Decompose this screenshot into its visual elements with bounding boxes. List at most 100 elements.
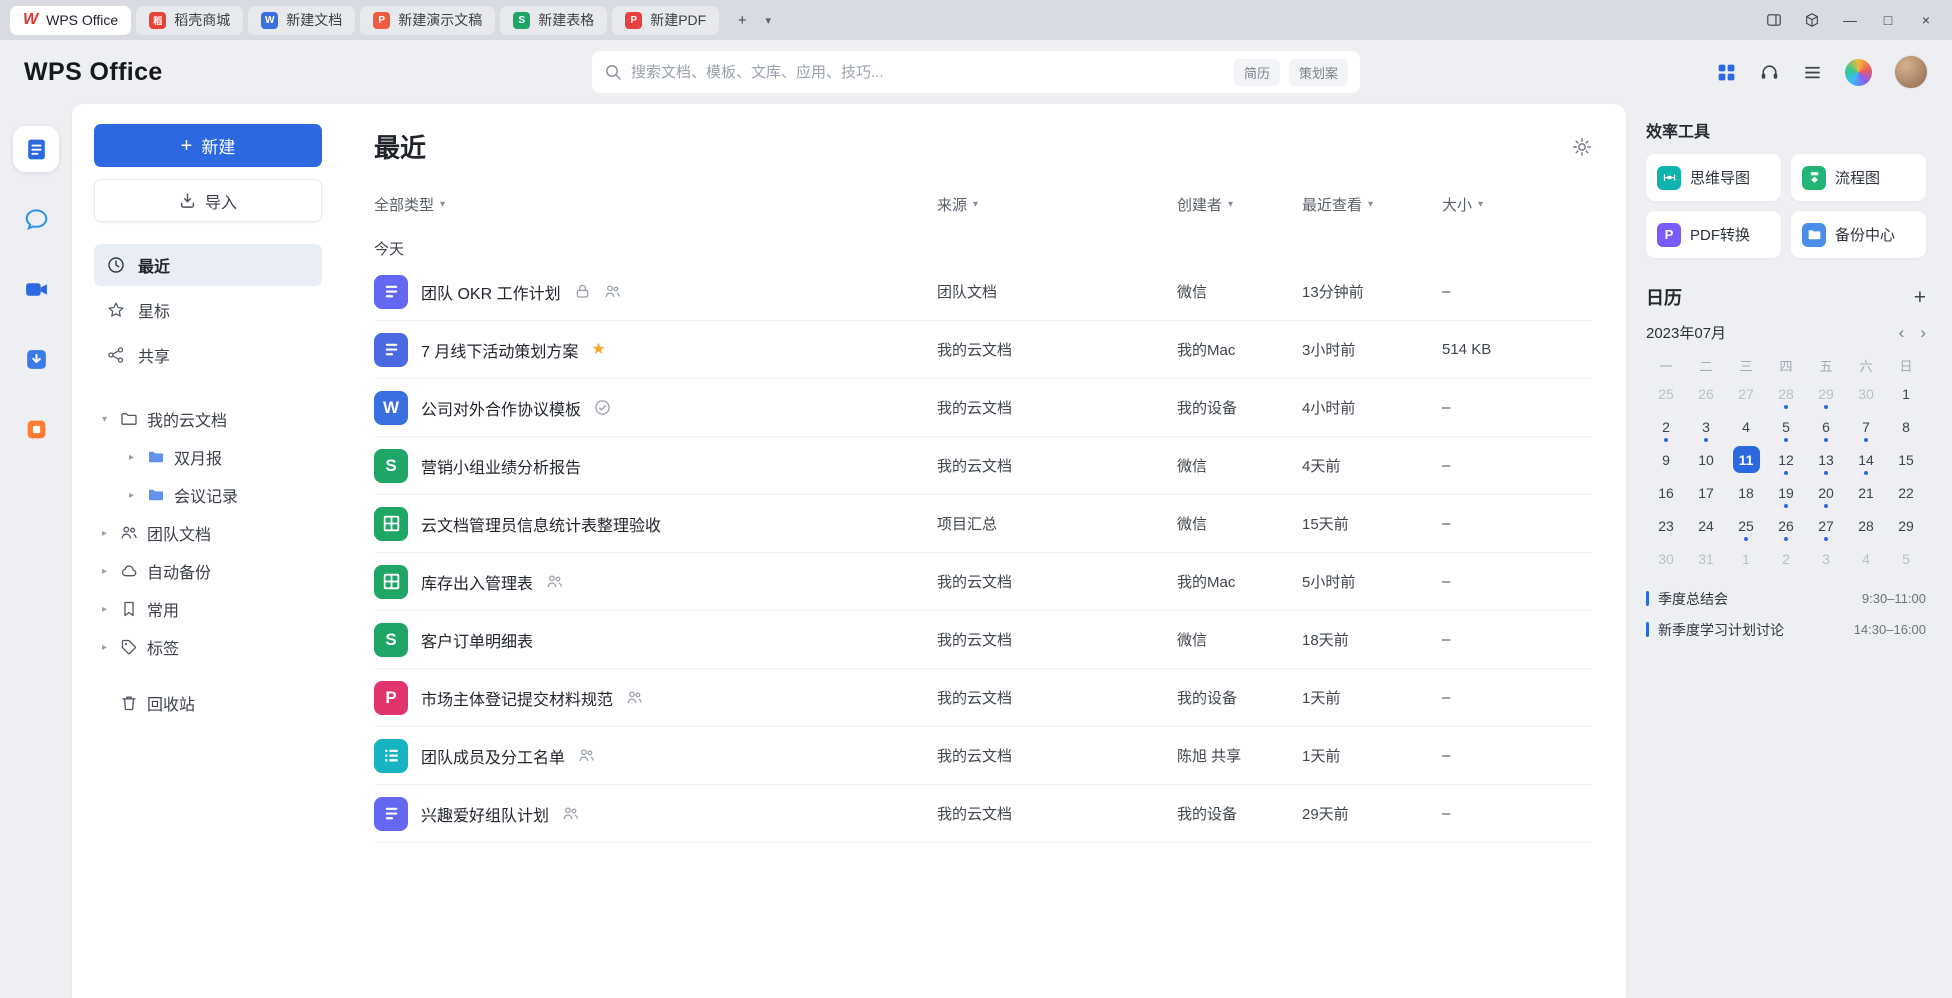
- tree-item-frequent[interactable]: ▸ 常用: [94, 590, 322, 628]
- apps-grid-icon[interactable]: [1716, 62, 1737, 83]
- filter-last-viewed[interactable]: 最近查看 ▾: [1302, 194, 1442, 215]
- tab-new-presentation[interactable]: P 新建演示文稿: [360, 6, 495, 35]
- file-row[interactable]: 兴趣爱好组队计划我的云文档我的设备29天前–: [374, 785, 1592, 843]
- tab-new-document[interactable]: W 新建文档: [248, 6, 355, 35]
- file-title[interactable]: 7 月线下活动策划方案: [421, 338, 578, 362]
- calendar-day[interactable]: 19: [1766, 476, 1806, 509]
- chevron-right-icon[interactable]: ▸: [98, 566, 111, 577]
- add-tab-button[interactable]: +: [728, 6, 756, 34]
- tree-item-trash[interactable]: 回收站: [94, 684, 322, 722]
- chevron-right-icon[interactable]: ▸: [98, 604, 111, 615]
- calendar-day[interactable]: 9: [1646, 443, 1686, 476]
- calendar-day[interactable]: 15: [1886, 443, 1926, 476]
- new-button[interactable]: + 新建: [94, 124, 322, 167]
- chevron-right-icon[interactable]: ▸: [125, 452, 138, 463]
- calendar-day[interactable]: 21: [1846, 476, 1886, 509]
- filter-size[interactable]: 大小 ▾: [1442, 194, 1592, 215]
- support-headset-icon[interactable]: [1759, 62, 1780, 83]
- event-item[interactable]: 季度总结会 9:30–11:00: [1646, 583, 1926, 614]
- calendar-day[interactable]: 5: [1886, 542, 1926, 575]
- calendar-day[interactable]: 27: [1806, 509, 1846, 542]
- chevron-down-icon[interactable]: ▾: [98, 414, 111, 425]
- calendar-day[interactable]: 5: [1766, 410, 1806, 443]
- calendar-day[interactable]: 1: [1726, 542, 1766, 575]
- calendar-day[interactable]: 20: [1806, 476, 1846, 509]
- tool-pdf-convert[interactable]: P PDF转换: [1646, 211, 1781, 258]
- rail-docs-icon[interactable]: [13, 126, 59, 172]
- file-row[interactable]: W公司对外合作协议模板我的云文档我的设备4小时前–: [374, 379, 1592, 437]
- import-button[interactable]: 导入: [94, 179, 322, 222]
- calendar-day[interactable]: 23: [1646, 509, 1686, 542]
- rail-meeting-icon[interactable]: [13, 266, 59, 312]
- calendar-day[interactable]: 18: [1726, 476, 1766, 509]
- file-title[interactable]: 团队成员及分工名单: [421, 744, 565, 768]
- tree-item-tags[interactable]: ▸ 标签: [94, 628, 322, 666]
- calendar-day[interactable]: 11: [1726, 443, 1766, 476]
- search-tag-resume[interactable]: 简历: [1234, 59, 1280, 86]
- rail-cloud-sync-icon[interactable]: [13, 336, 59, 382]
- rail-apps-icon[interactable]: [13, 406, 59, 452]
- sidebar-item-starred[interactable]: 星标: [94, 289, 322, 331]
- settings-gear-icon[interactable]: [1572, 137, 1592, 157]
- filter-creator[interactable]: 创建者 ▾: [1177, 194, 1302, 215]
- add-event-button[interactable]: +: [1914, 287, 1926, 308]
- tab-new-pdf[interactable]: P 新建PDF: [612, 6, 719, 35]
- search-tag-plan[interactable]: 策划案: [1289, 59, 1348, 86]
- sidebar-item-shared[interactable]: 共享: [94, 334, 322, 376]
- search-input[interactable]: [631, 64, 1225, 81]
- tab-docer-store[interactable]: 稻 稻壳商城: [136, 6, 243, 35]
- calendar-day[interactable]: 31: [1686, 542, 1726, 575]
- calendar-day[interactable]: 25: [1646, 377, 1686, 410]
- tree-item-team-docs[interactable]: ▸ 团队文档: [94, 514, 322, 552]
- tool-flowchart[interactable]: 流程图: [1791, 154, 1926, 201]
- rail-chat-icon[interactable]: [13, 196, 59, 242]
- file-title[interactable]: 云文档管理员信息统计表整理验收: [421, 512, 661, 536]
- chevron-right-icon[interactable]: ▸: [125, 490, 138, 501]
- file-row[interactable]: 团队 OKR 工作计划团队文档微信13分钟前–: [374, 263, 1592, 321]
- file-title[interactable]: 市场主体登记提交材料规范: [421, 686, 613, 710]
- chevron-right-icon[interactable]: ▸: [98, 528, 111, 539]
- calendar-day[interactable]: 26: [1686, 377, 1726, 410]
- file-row[interactable]: 库存出入管理表我的云文档我的Mac5小时前–: [374, 553, 1592, 611]
- calendar-day[interactable]: 29: [1886, 509, 1926, 542]
- calendar-day[interactable]: 17: [1686, 476, 1726, 509]
- layout-toggle-icon[interactable]: [1756, 5, 1792, 35]
- file-row[interactable]: 7 月线下活动策划方案★我的云文档我的Mac3小时前514 KB: [374, 321, 1592, 379]
- user-avatar[interactable]: [1894, 55, 1928, 89]
- filter-source[interactable]: 来源 ▾: [937, 194, 1177, 215]
- calendar-day[interactable]: 16: [1646, 476, 1686, 509]
- file-title[interactable]: 库存出入管理表: [421, 570, 533, 594]
- calendar-day[interactable]: 10: [1686, 443, 1726, 476]
- file-row[interactable]: S客户订单明细表我的云文档微信18天前–: [374, 611, 1592, 669]
- close-button[interactable]: ×: [1908, 5, 1944, 35]
- maximize-button[interactable]: □: [1870, 5, 1906, 35]
- file-title[interactable]: 营销小组业绩分析报告: [421, 454, 581, 478]
- calendar-day[interactable]: 12: [1766, 443, 1806, 476]
- tool-mindmap[interactable]: 思维导图: [1646, 154, 1781, 201]
- minimize-button[interactable]: —: [1832, 5, 1868, 35]
- file-title[interactable]: 团队 OKR 工作计划: [421, 280, 561, 304]
- tree-item-my-cloud-docs[interactable]: ▾ 我的云文档: [94, 400, 322, 438]
- calendar-day[interactable]: 14: [1846, 443, 1886, 476]
- calendar-day[interactable]: 2: [1766, 542, 1806, 575]
- calendar-day[interactable]: 28: [1766, 377, 1806, 410]
- membership-icon[interactable]: [1845, 59, 1872, 86]
- calendar-day[interactable]: 30: [1846, 377, 1886, 410]
- tree-item-bimonthly-report[interactable]: ▸ 双月报: [121, 438, 322, 476]
- chevron-right-icon[interactable]: ▸: [98, 642, 111, 653]
- calendar-day[interactable]: 3: [1806, 542, 1846, 575]
- file-title[interactable]: 客户订单明细表: [421, 628, 533, 652]
- filter-all-types[interactable]: 全部类型 ▾: [374, 194, 937, 215]
- calendar-day[interactable]: 30: [1646, 542, 1686, 575]
- calendar-day[interactable]: 4: [1726, 410, 1766, 443]
- file-title[interactable]: 兴趣爱好组队计划: [421, 802, 549, 826]
- calendar-day[interactable]: 28: [1846, 509, 1886, 542]
- calendar-day[interactable]: 22: [1886, 476, 1926, 509]
- calendar-day[interactable]: 24: [1686, 509, 1726, 542]
- calendar-day[interactable]: 25: [1726, 509, 1766, 542]
- file-row[interactable]: P市场主体登记提交材料规范我的云文档我的设备1天前–: [374, 669, 1592, 727]
- calendar-day[interactable]: 6: [1806, 410, 1846, 443]
- calendar-day[interactable]: 7: [1846, 410, 1886, 443]
- calendar-day[interactable]: 13: [1806, 443, 1846, 476]
- calendar-day[interactable]: 8: [1886, 410, 1926, 443]
